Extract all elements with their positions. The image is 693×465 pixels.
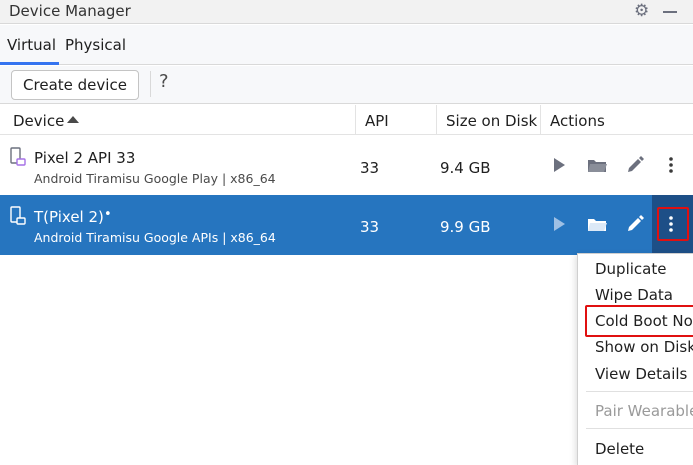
column-header-actions: Actions — [550, 112, 605, 130]
menu-item-show-on-disk[interactable]: Show on Disk — [595, 338, 693, 356]
column-divider[interactable] — [436, 105, 437, 135]
device-subtitle: Android Tiramisu Google Play | x86_64 — [34, 171, 276, 186]
gear-icon[interactable]: ⚙ — [634, 1, 649, 21]
help-icon[interactable]: ? — [159, 71, 169, 92]
active-tab-indicator — [0, 62, 59, 65]
column-divider[interactable] — [540, 105, 541, 135]
title-bar: Device Manager ⚙ — [0, 0, 693, 24]
column-header-size[interactable]: Size on Disk — [446, 112, 537, 130]
table-row[interactable]: Pixel 2 API 33 Android Tiramisu Google P… — [0, 136, 693, 196]
folder-icon[interactable] — [587, 214, 607, 234]
column-header-api[interactable]: API — [365, 112, 389, 130]
menu-divider — [586, 428, 693, 429]
device-api: 33 — [360, 159, 380, 177]
virtual-device-icon — [10, 206, 26, 225]
tab-bar: Virtual Physical — [0, 25, 693, 65]
device-size: 9.9 GB — [440, 218, 491, 236]
more-vertical-icon[interactable] — [661, 155, 681, 175]
folder-icon[interactable] — [587, 155, 607, 175]
menu-item-pair-wearable: Pair Wearable — [595, 402, 693, 420]
virtual-device-icon — [10, 147, 26, 166]
sort-ascending-icon — [67, 116, 79, 123]
context-menu: Duplicate Wipe Data Cold Boot Now Show o… — [577, 253, 693, 465]
column-header-device[interactable]: Device — [13, 112, 64, 130]
menu-divider — [586, 391, 693, 392]
window-title: Device Manager — [9, 2, 131, 20]
edit-icon[interactable] — [625, 155, 645, 175]
menu-item-duplicate[interactable]: Duplicate — [595, 260, 666, 278]
menu-item-view-details[interactable]: View Details — [595, 365, 687, 383]
table-header: Device API Size on Disk Actions — [0, 105, 693, 135]
toolbar-divider — [150, 71, 151, 97]
tab-virtual[interactable]: Virtual — [7, 36, 56, 54]
cold-boot-highlight — [585, 305, 693, 337]
column-divider[interactable] — [355, 105, 356, 135]
menu-item-delete[interactable]: Delete — [595, 440, 644, 458]
menu-item-wipe-data[interactable]: Wipe Data — [595, 286, 673, 304]
minimize-icon[interactable] — [663, 11, 677, 13]
more-actions-highlight — [657, 207, 689, 241]
device-name: T(Pixel 2) — [34, 208, 104, 226]
device-name: Pixel 2 API 33 — [34, 149, 136, 167]
edit-icon[interactable] — [625, 214, 645, 234]
online-indicator: • — [104, 207, 112, 222]
play-icon[interactable] — [549, 155, 569, 175]
play-icon[interactable] — [549, 214, 569, 234]
table-row-selected[interactable]: T(Pixel 2) • Android Tiramisu Google API… — [0, 195, 693, 255]
create-device-button[interactable]: Create device — [11, 70, 139, 100]
toolbar: Create device ? — [0, 66, 693, 104]
device-subtitle: Android Tiramisu Google APIs | x86_64 — [34, 230, 276, 245]
tab-physical[interactable]: Physical — [65, 36, 126, 54]
device-size: 9.4 GB — [440, 159, 491, 177]
device-api: 33 — [360, 218, 380, 236]
